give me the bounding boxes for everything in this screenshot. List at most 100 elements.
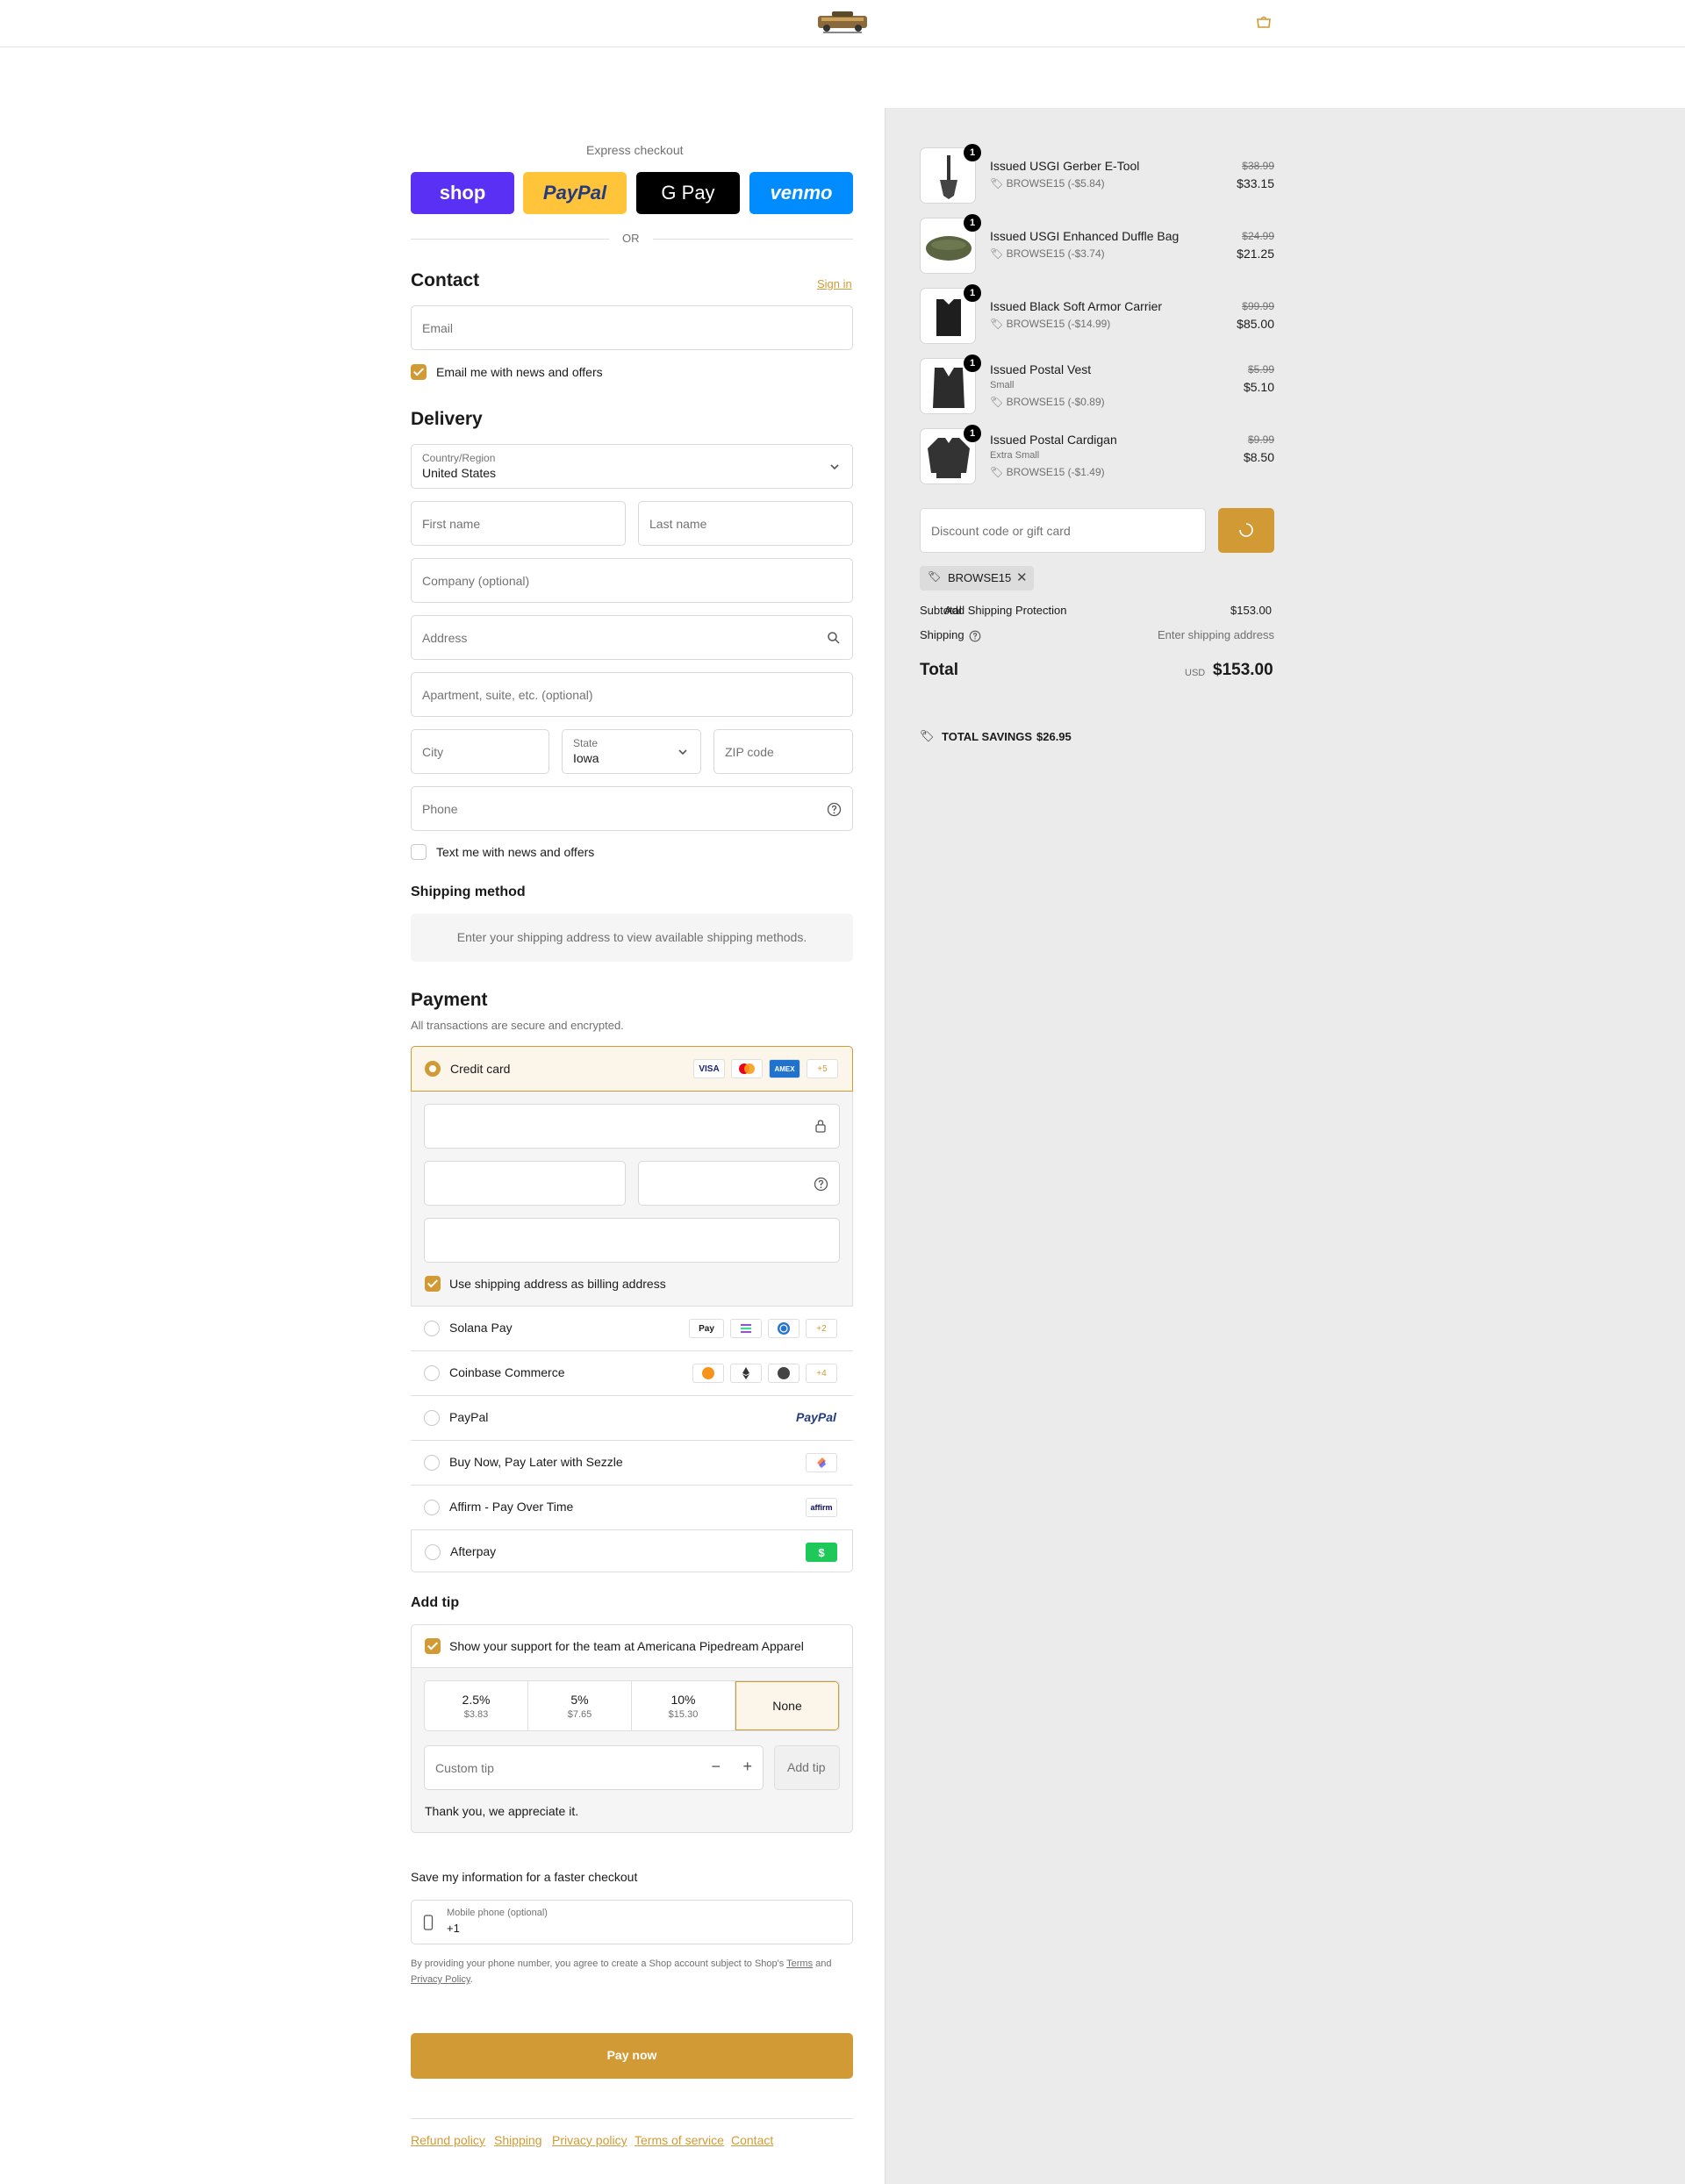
usdc-icon xyxy=(768,1319,799,1338)
last-name-field[interactable]: Last name xyxy=(638,501,853,546)
afterpay-radio[interactable] xyxy=(425,1544,441,1560)
bitcoin-icon xyxy=(692,1364,724,1383)
terms-link[interactable]: Terms xyxy=(786,1958,813,1969)
afterpay-option[interactable]: Afterpay $ xyxy=(411,1529,853,1572)
tip-amount: $3.83 xyxy=(463,1708,489,1720)
solana-pay-option[interactable]: Solana Pay Pay +2 xyxy=(411,1306,853,1350)
add-tip-button[interactable]: Add tip xyxy=(774,1745,840,1790)
add-tip-heading: Add tip xyxy=(411,1595,460,1610)
contact-link[interactable]: Contact xyxy=(731,2133,773,2147)
refund-policy-link[interactable]: Refund policy xyxy=(411,2133,485,2147)
affirm-radio[interactable] xyxy=(424,1500,440,1515)
more-coins-badge: +4 xyxy=(806,1364,837,1383)
shipping-method-heading: Shipping method xyxy=(411,884,526,899)
credit-card-option[interactable]: Credit card VISA AMEX +5 xyxy=(411,1046,853,1092)
chevron-down-icon xyxy=(830,464,839,470)
sezzle-option[interactable]: Buy Now, Pay Later with Sezzle xyxy=(411,1440,853,1485)
coinbase-option[interactable]: Coinbase Commerce +4 xyxy=(411,1350,853,1395)
company-field[interactable]: Company (optional) xyxy=(411,558,853,603)
email-field[interactable]: Email xyxy=(411,305,853,350)
paypal-icon: PayPal xyxy=(796,1410,836,1424)
credit-card-radio[interactable] xyxy=(425,1061,441,1077)
apply-discount-button[interactable] xyxy=(1218,508,1274,553)
privacy-link[interactable]: Privacy Policy xyxy=(411,1974,470,1985)
card-number-field[interactable] xyxy=(424,1104,840,1149)
pay-now-button[interactable]: Pay now xyxy=(411,2033,853,2079)
first-name-field[interactable]: First name xyxy=(411,501,626,546)
minus-icon[interactable]: − xyxy=(711,1758,721,1776)
state-select[interactable]: State Iowa xyxy=(562,729,701,774)
shop-pay-button[interactable]: shop xyxy=(411,172,514,214)
paypal-express-button[interactable]: PayPal xyxy=(523,172,627,214)
item-old-price: $24.99 xyxy=(1242,230,1274,242)
total-savings-value: $26.95 xyxy=(1036,730,1072,743)
affirm-option[interactable]: Affirm - Pay Over Time affirm xyxy=(411,1485,853,1529)
city-field[interactable]: City xyxy=(411,729,549,774)
tip-support-checkbox[interactable] xyxy=(425,1638,441,1654)
help-circle-icon[interactable] xyxy=(827,802,842,817)
currency-code: USD xyxy=(1185,668,1206,678)
address-field[interactable]: Address xyxy=(411,615,853,660)
affirm-label: Affirm - Pay Over Time xyxy=(449,1500,574,1514)
item-variant: Extra Small xyxy=(990,450,1040,461)
applied-code: BROWSE15 xyxy=(948,571,1012,584)
coinbase-radio[interactable] xyxy=(424,1365,440,1381)
sign-in-link[interactable]: Sign in xyxy=(817,277,852,290)
remove-discount-icon[interactable]: ✕ xyxy=(1016,569,1028,585)
litecoin-icon xyxy=(768,1364,799,1383)
mobile-phone-label: Mobile phone (optional) xyxy=(447,1908,548,1918)
applied-discount-tag: 🏷 BROWSE15 ✕ xyxy=(920,566,1034,591)
apartment-field[interactable]: Apartment, suite, etc. (optional) xyxy=(411,672,853,717)
paypal-radio[interactable] xyxy=(424,1410,440,1426)
card-fields-area: Use shipping address as billing address xyxy=(412,1092,852,1306)
shopping-bag-icon[interactable] xyxy=(1255,15,1273,29)
security-code-field[interactable] xyxy=(638,1161,840,1206)
zip-field[interactable]: ZIP code xyxy=(713,729,853,774)
afterpay-icon: $ xyxy=(806,1543,837,1562)
quantity-badge: 1 xyxy=(964,354,981,372)
paypal-option[interactable]: PayPal PayPal xyxy=(411,1395,853,1440)
google-pay-button[interactable]: G Pay xyxy=(636,172,740,214)
expiry-field[interactable] xyxy=(424,1161,626,1206)
email-placeholder: Email xyxy=(422,320,454,335)
city-placeholder: City xyxy=(422,744,444,759)
email-news-checkbox[interactable] xyxy=(411,364,427,380)
last-name-placeholder: Last name xyxy=(649,516,707,531)
country-select[interactable]: Country/Region United States xyxy=(411,444,853,489)
tip-option-10[interactable]: 10% $15.30 xyxy=(632,1681,735,1730)
help-circle-icon[interactable] xyxy=(814,1177,828,1192)
privacy-policy-link[interactable]: Privacy policy xyxy=(552,2133,627,2147)
plus-icon[interactable]: + xyxy=(742,1758,752,1776)
text-news-checkbox[interactable] xyxy=(411,844,427,860)
shipping-label: Shipping xyxy=(920,628,964,641)
help-circle-icon[interactable] xyxy=(969,630,981,642)
custom-tip-field[interactable]: Custom tip − + xyxy=(424,1745,764,1790)
zip-placeholder: ZIP code xyxy=(725,744,774,759)
store-logo[interactable] xyxy=(814,9,871,35)
tip-option-2-5[interactable]: 2.5% $3.83 xyxy=(425,1681,528,1730)
item-name: Issued USGI Enhanced Duffle Bag xyxy=(990,229,1180,243)
affirm-icon: affirm xyxy=(806,1498,837,1517)
tip-option-none[interactable]: None xyxy=(735,1681,839,1730)
state-label: State xyxy=(573,737,599,749)
terms-of-service-link[interactable]: Terms of service xyxy=(635,2133,724,2147)
sezzle-radio[interactable] xyxy=(424,1455,440,1471)
phone-placeholder: Phone xyxy=(422,801,458,816)
shipping-protection-label: Add Shipping Protection xyxy=(944,604,1067,617)
tip-support-row[interactable]: Show your support for the team at Americ… xyxy=(412,1625,852,1668)
tip-option-5[interactable]: 5% $7.65 xyxy=(528,1681,632,1730)
venmo-button[interactable]: venmo xyxy=(749,172,853,214)
search-icon xyxy=(828,632,840,644)
billing-same-checkbox[interactable] xyxy=(425,1276,441,1292)
name-on-card-field[interactable] xyxy=(424,1218,840,1263)
text-news-label: Text me with news and offers xyxy=(436,845,595,859)
item-price: $33.15 xyxy=(1237,176,1274,190)
shipping-link[interactable]: Shipping xyxy=(494,2133,542,2147)
phone-field[interactable]: Phone xyxy=(411,786,853,831)
discount-code-field[interactable]: Discount code or gift card xyxy=(920,508,1206,553)
sezzle-label: Buy Now, Pay Later with Sezzle xyxy=(449,1455,623,1469)
chevron-down-icon xyxy=(678,749,687,755)
solana-pay-radio[interactable] xyxy=(424,1321,440,1336)
tip-pct: 5% xyxy=(570,1692,589,1707)
mobile-phone-field[interactable]: Mobile phone (optional) +1 xyxy=(411,1900,853,1944)
